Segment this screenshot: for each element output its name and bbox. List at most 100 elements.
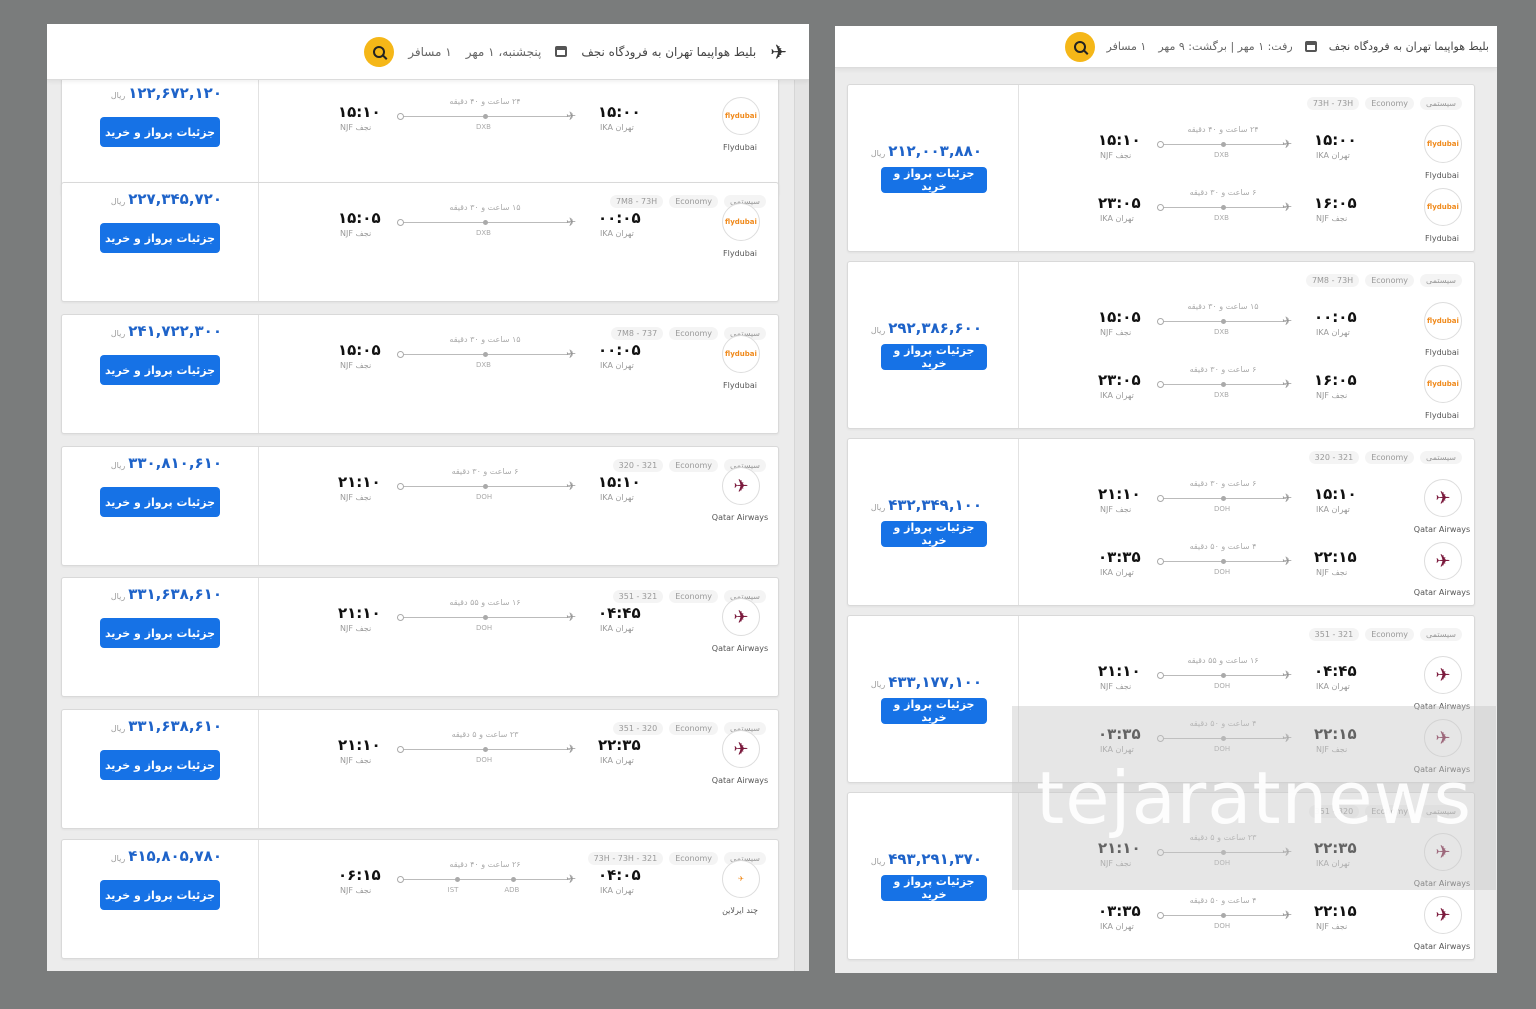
departure-time: ۱۶:۰۵ (1314, 371, 1357, 389)
stopover-dot (483, 220, 488, 225)
arrival-airport: نجف NJF (340, 123, 372, 132)
flight-leg: ✈ Qatar Airways ۲۲:۱۵ نجف NJF ۰۳:۳۵ تهران IKA… (848, 542, 1474, 602)
stopover-dot (483, 114, 488, 119)
airline-name: Qatar Airways (711, 644, 769, 653)
stopover-airport: DOH (1214, 505, 1231, 513)
stopover-airport: IST (447, 886, 459, 894)
arrival-time: ۲۳:۰۵ (1098, 371, 1141, 389)
stopover-airport: DXB (1214, 328, 1229, 336)
stopover-dot (1221, 913, 1226, 918)
route-start-dot (397, 483, 404, 490)
arrival-time: ۰۳:۳۵ (1098, 902, 1141, 920)
airplane-icon: ✈ (1282, 314, 1293, 328)
flight-duration: ۱۵ ساعت و ۳۰ دقیقه (449, 203, 521, 212)
flight-leg: flydubai Flydubai ۱۶:۰۵ نجف NJF ۲۳:۰۵ تهران I… (848, 188, 1474, 248)
flight-tag: 7M8 - 73H (1305, 274, 1360, 287)
stopover-airport: DOH (476, 624, 493, 632)
flight-card: ۳۳۰,۸۱۰,۶۱۰ریال جزئیات پرواز و خرید سیستمی… (61, 446, 779, 566)
airline-name: چند ایرلاین (722, 906, 758, 915)
airline-name: Qatar Airways (1413, 525, 1471, 534)
airline-name: Flydubai (723, 381, 757, 390)
flydubai-logo: flydubai (1424, 365, 1462, 403)
qatar-airways-logo-icon: ✈ (1424, 656, 1462, 694)
flight-card: ۳۳۱,۶۳۸,۶۱۰ریال جزئیات پرواز و خرید سیستمی… (61, 577, 779, 697)
stopover-dot (1221, 142, 1226, 147)
departure-airport: نجف NJF (1316, 568, 1348, 577)
flight-duration: ۱۵ ساعت و ۳۰ دقیقه (449, 335, 521, 344)
search-button[interactable] (364, 36, 395, 67)
arrival-time: ۰۶:۱۵ (338, 866, 381, 884)
stopover-dot (483, 747, 488, 752)
arrival-time: ۱۵:۰۵ (1098, 308, 1141, 326)
arrival-airport: نجف NJF (340, 756, 372, 765)
flight-tag: سیستمی (1420, 628, 1462, 641)
flight-leg: ✈ Qatar Airways ۲۲:۱۵ نجف NJF ۰۳:۳۵ تهران IKA… (848, 896, 1474, 956)
route-start-dot (397, 351, 404, 358)
flydubai-logo: flydubai (722, 335, 760, 373)
flight-tag: Economy (1365, 451, 1415, 464)
airplane-icon: ✈ (566, 610, 577, 624)
arrival-time: ۲۱:۱۰ (1098, 485, 1141, 503)
airline-name: Qatar Airways (711, 513, 769, 522)
route-start-dot (1157, 495, 1164, 502)
airplane-icon: ✈ (1282, 137, 1293, 151)
airplane-icon: ✈ (1282, 200, 1293, 214)
flight-duration: ۱۵ ساعت و ۳۰ دقیقه (1187, 302, 1259, 311)
arrival-time: ۲۱:۱۰ (338, 604, 381, 622)
departure-airport: تهران IKA (1316, 151, 1350, 160)
arrival-airport: تهران IKA (1100, 922, 1134, 931)
departure-time: ۲۲:۳۵ (598, 736, 641, 754)
departure-time: ۱۵:۱۰ (1314, 485, 1357, 503)
departure-airport: نجف NJF (1316, 214, 1348, 223)
flight-card: ۳۳۱,۶۳۸,۶۱۰ریال جزئیات پرواز و خرید سیستمی… (61, 709, 779, 829)
airplane-icon: ✈ (1282, 554, 1293, 568)
airplane-icon: ✈ (566, 742, 577, 756)
stopover-dot (1221, 382, 1226, 387)
flight-duration: ۱۶ ساعت و ۵۵ دقیقه (449, 598, 521, 607)
route-start-dot (397, 746, 404, 753)
stopover-airport: ADB (504, 886, 520, 894)
route-title: بلیط هواپیما تهران به فرودگاه نجف (581, 44, 757, 59)
stopover-dot (483, 352, 488, 357)
search-summary-bar: بلیط هواپیما تهران به فرودگاه نجف رفت: ۱… (835, 26, 1497, 68)
departure-time: ۰۴:۴۵ (598, 604, 641, 622)
flight-leg: flydubai Flydubai ۱۵:۰۰ تهران IKA ۱۵:۱۰ نجف N… (62, 97, 778, 157)
arrival-time: ۲۳:۰۵ (1098, 194, 1141, 212)
departure-time: ۰۰:۰۵ (598, 341, 641, 359)
departure-airport: تهران IKA (600, 886, 634, 895)
search-button[interactable] (1064, 31, 1095, 62)
flight-duration: ۶ ساعت و ۳۰ دقیقه (1189, 479, 1257, 488)
stopover-dot (1221, 319, 1226, 324)
qatar-airways-logo-icon: ✈ (1424, 896, 1462, 934)
multi-airline-logo-icon: ✈ (722, 860, 760, 898)
route-start-dot (397, 614, 404, 621)
flight-duration: ۶ ساعت و ۳۰ دقیقه (1189, 365, 1257, 374)
stopover-dot (1221, 496, 1226, 501)
departure-airport: تهران IKA (600, 123, 634, 132)
arrival-time: ۱۵:۰۵ (338, 341, 381, 359)
airline-name: Flydubai (1425, 411, 1459, 420)
left-screenshot-panel: ✈ بلیط هواپیما تهران به فرودگاه نجف پنجش… (47, 24, 809, 971)
flight-duration: ۲۴ ساعت و ۴۰ دقیقه (449, 97, 521, 106)
flight-duration: ۴ ساعت و ۵۰ دقیقه (1189, 896, 1257, 905)
side-rail (794, 80, 809, 971)
flight-leg: flydubai Flydubai ۱۶:۰۵ نجف NJF ۲۳:۰۵ تهران I… (848, 365, 1474, 425)
stopover-dot (1221, 205, 1226, 210)
arrival-airport: نجف NJF (340, 361, 372, 370)
qatar-airways-logo-icon: ✈ (722, 467, 760, 505)
departure-time: ۰۰:۰۵ (1314, 308, 1357, 326)
qatar-airways-logo-icon: ✈ (1424, 479, 1462, 517)
flight-tag: سیستمی (1420, 274, 1462, 287)
calendar-icon (1304, 41, 1317, 52)
flight-leg: flydubai Flydubai ۰۰:۰۵ تهران IKA ۱۵:۰۵ نجف N… (848, 302, 1474, 362)
departure-airport: تهران IKA (1316, 682, 1350, 691)
arrival-airport: نجف NJF (1100, 328, 1132, 337)
arrival-airport: تهران IKA (1100, 568, 1134, 577)
airplane-icon: ✈ (1282, 491, 1293, 505)
arrival-time: ۱۵:۱۰ (1098, 131, 1141, 149)
flight-tag: Economy (1365, 97, 1415, 110)
arrival-time: ۲۱:۱۰ (338, 736, 381, 754)
stopover-dot (1221, 673, 1226, 678)
stopover-airport: DXB (476, 229, 491, 237)
flight-duration: ۶ ساعت و ۳۰ دقیقه (451, 467, 519, 476)
